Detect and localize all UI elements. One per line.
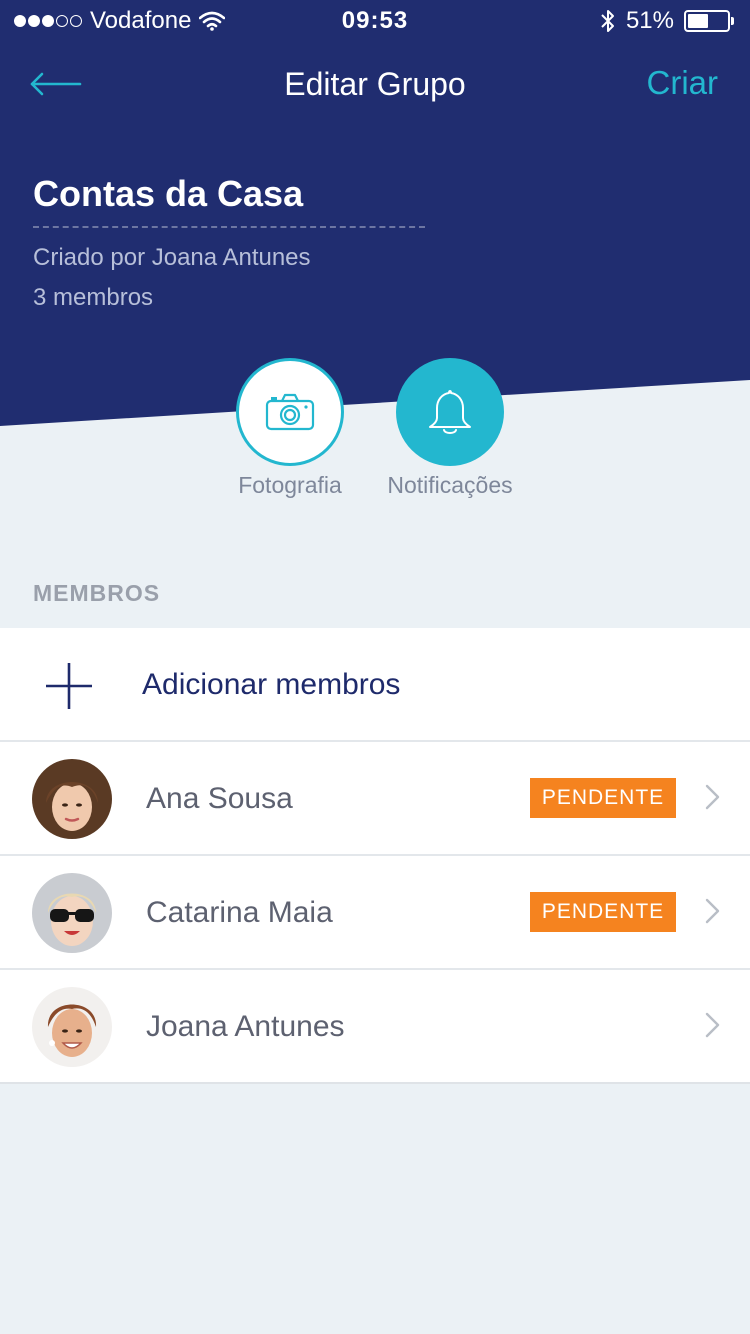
battery-icon bbox=[684, 10, 734, 32]
pending-badge: PENDENTE bbox=[530, 778, 676, 818]
member-name: Catarina Maia bbox=[146, 896, 333, 929]
photo-circle[interactable] bbox=[236, 358, 344, 466]
pending-badge: PENDENTE bbox=[530, 892, 676, 932]
add-members-label: Adicionar membros bbox=[142, 668, 401, 701]
navigation-bar: Editar Grupo Criar bbox=[0, 50, 750, 120]
plus-icon bbox=[46, 663, 92, 709]
member-count-text: 3 membros bbox=[33, 284, 154, 311]
created-by-text: Criado por Joana Antunes bbox=[33, 244, 311, 271]
camera-icon bbox=[265, 393, 315, 431]
member-row-ana-sousa[interactable]: Ana Sousa PENDENTE bbox=[0, 742, 750, 856]
add-members-button[interactable]: Adicionar membros bbox=[0, 628, 750, 742]
avatar bbox=[32, 987, 112, 1067]
status-bar: Vodafone 09:53 51% bbox=[0, 0, 750, 40]
notifications-button[interactable]: Notificações bbox=[365, 358, 535, 499]
bell-icon bbox=[429, 390, 471, 434]
photo-label: Fotografia bbox=[238, 472, 342, 498]
avatar bbox=[32, 759, 112, 839]
members-list: Adicionar membros Ana Sousa PENDENTE Cat… bbox=[0, 628, 750, 1084]
create-button[interactable]: Criar bbox=[647, 64, 719, 102]
member-row-catarina-maia[interactable]: Catarina Maia PENDENTE bbox=[0, 856, 750, 970]
photo-button[interactable]: Fotografia bbox=[205, 358, 375, 499]
group-name-field[interactable]: Contas da Casa bbox=[33, 172, 425, 228]
notifications-label: Notificações bbox=[387, 472, 513, 498]
member-row-joana-antunes[interactable]: Joana Antunes bbox=[0, 970, 750, 1084]
page-title: Editar Grupo bbox=[284, 66, 466, 102]
chevron-right-icon bbox=[705, 898, 720, 924]
battery-percentage: 51% bbox=[625, 7, 674, 34]
bluetooth-icon bbox=[601, 10, 614, 32]
chevron-right-icon bbox=[705, 1012, 720, 1038]
screen: Vodafone 09:53 51% Editar Grupo Criar Co… bbox=[0, 0, 750, 1334]
member-name: Ana Sousa bbox=[146, 782, 293, 815]
notifications-circle[interactable] bbox=[396, 358, 504, 466]
members-section-title: MEMBROS bbox=[33, 580, 161, 606]
avatar bbox=[32, 873, 112, 953]
member-name: Joana Antunes bbox=[146, 1010, 345, 1043]
chevron-right-icon bbox=[705, 784, 720, 810]
